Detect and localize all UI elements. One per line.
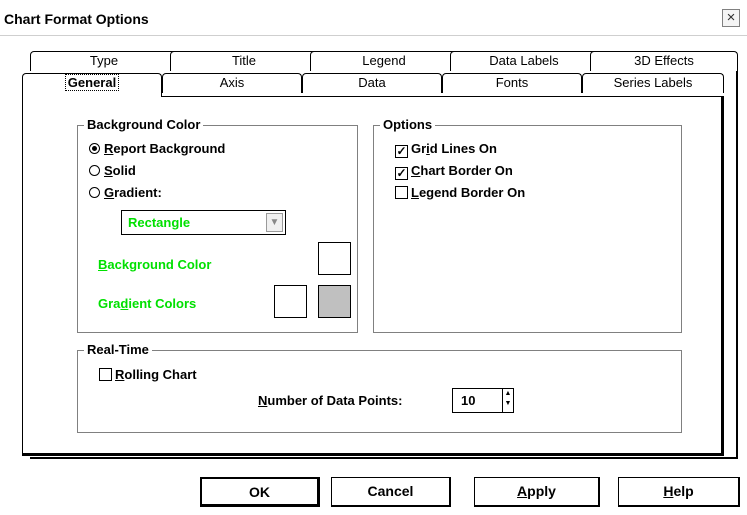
data-points-stepper[interactable]: 10 ▲ ▼: [452, 388, 514, 413]
close-icon: ×: [726, 9, 736, 26]
close-button[interactable]: ×: [722, 9, 740, 27]
tab-label: General: [64, 74, 120, 91]
group-legend: Real-Time: [84, 342, 152, 357]
check-icon: ✓: [395, 166, 408, 180]
cancel-button[interactable]: Cancel: [331, 477, 451, 507]
ok-button[interactable]: OK: [200, 477, 320, 507]
gradient-colors-label: Gradient Colors: [98, 296, 197, 311]
tab-label: Title: [231, 53, 257, 68]
checkbox-empty-icon: [99, 368, 112, 381]
chevron-down-icon[interactable]: ▼: [266, 213, 283, 232]
gradient-shape-select[interactable]: Rectangle ▼: [121, 210, 286, 235]
tab-title[interactable]: Title: [170, 51, 318, 71]
background-color-label: Background Color: [98, 257, 212, 272]
radio-gradient[interactable]: Gradient:: [89, 185, 162, 200]
checkbox-grid-lines[interactable]: ✓ Grid Lines On: [395, 141, 497, 158]
gradient-shape-value: Rectangle: [128, 215, 191, 230]
tab-panel-general: Background Color Report Background Solid…: [22, 96, 724, 456]
title-bar: Chart Format Options ×: [0, 0, 747, 36]
tab-general[interactable]: General: [22, 73, 162, 97]
options-group: Options ✓ Grid Lines On ✓ Chart Border On …: [373, 117, 682, 333]
gradient-color-2-swatch[interactable]: [318, 285, 351, 318]
checkbox-legend-border[interactable]: Legend Border On: [395, 185, 525, 200]
help-button[interactable]: Help: [618, 477, 740, 507]
background-color-swatch[interactable]: [318, 242, 351, 275]
tab-label: Legend: [362, 53, 406, 68]
checkbox-rolling-chart[interactable]: Rolling Chart: [99, 367, 197, 382]
background-color-group: Background Color Report Background Solid…: [77, 117, 358, 333]
window-title: Chart Format Options: [4, 11, 149, 27]
number-of-data-points-label: Number of Data Points:: [258, 393, 403, 408]
checkbox-chart-border[interactable]: ✓ Chart Border On: [395, 163, 513, 180]
stepper-arrows-icon[interactable]: ▲ ▼: [502, 389, 513, 412]
radio-report-background[interactable]: Report Background: [89, 141, 225, 156]
tab-3d-effects[interactable]: 3D Effects: [590, 51, 738, 71]
group-legend: Options: [380, 117, 436, 132]
apply-button[interactable]: Apply: [474, 477, 600, 507]
tab-label: Data Labels: [489, 53, 559, 68]
gradient-color-1-swatch[interactable]: [274, 285, 307, 318]
check-icon: ✓: [395, 144, 408, 158]
radio-icon: [89, 187, 100, 198]
real-time-group: Real-Time Rolling Chart Number of Data P…: [77, 342, 682, 433]
tab-label: 3D Effects: [634, 53, 694, 68]
tab-label: Type: [89, 53, 119, 68]
tab-legend[interactable]: Legend: [310, 51, 458, 71]
tab-data-labels[interactable]: Data Labels: [450, 51, 598, 71]
data-points-value: 10: [461, 393, 476, 408]
radio-solid[interactable]: Solid: [89, 163, 136, 178]
radio-icon: [89, 165, 100, 176]
checkbox-empty-icon: [395, 186, 408, 199]
radio-selected-icon: [89, 143, 100, 154]
group-legend: Background Color: [84, 117, 204, 132]
tab-type[interactable]: Type: [30, 51, 178, 71]
